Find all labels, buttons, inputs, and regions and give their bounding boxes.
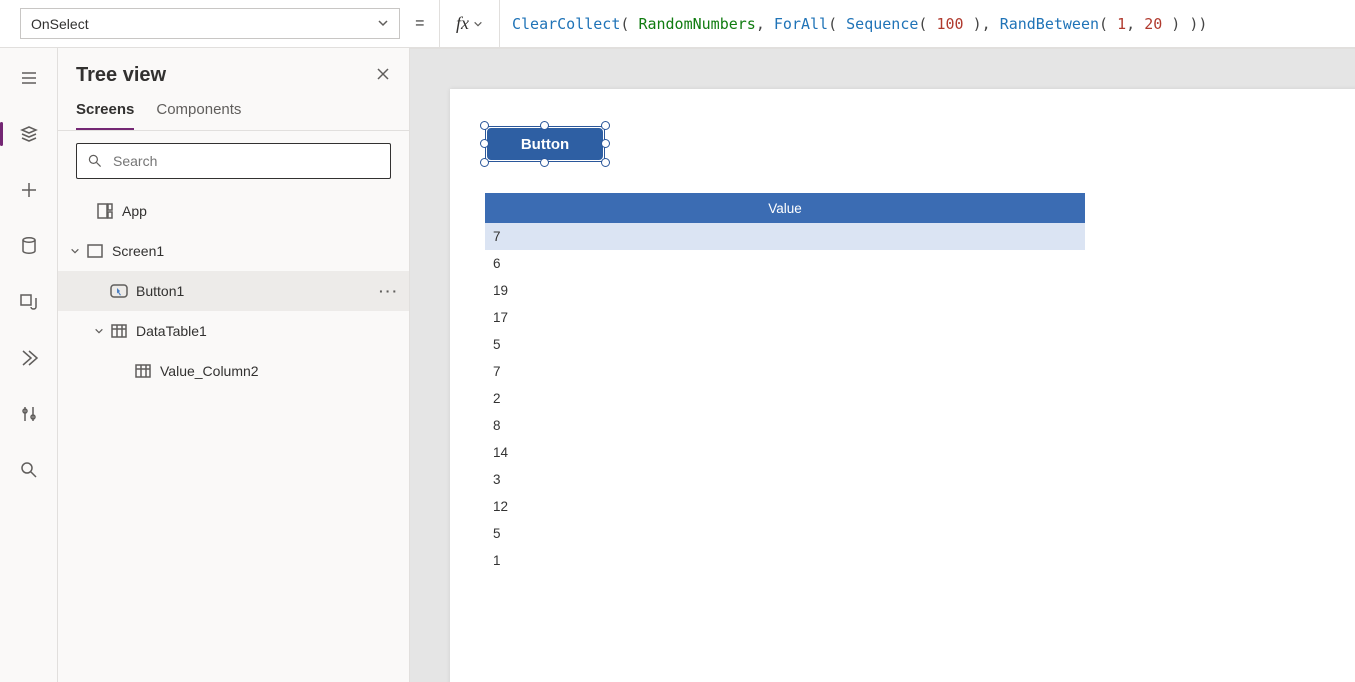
datatable-cell: 19 [485, 277, 1085, 304]
selected-button-control[interactable]: Button [485, 126, 605, 162]
tree-search-input[interactable] [111, 152, 380, 170]
datatable-cell: 2 [485, 385, 1085, 412]
resize-handle-bl[interactable] [480, 158, 489, 167]
button-icon [108, 284, 130, 298]
datatable-row[interactable]: 1 [485, 547, 1085, 574]
tree-node-label: Button1 [130, 283, 184, 299]
datatable-cell: 7 [485, 223, 1085, 250]
datatable-cell: 5 [485, 520, 1085, 547]
datatable-row[interactable]: 5 [485, 520, 1085, 547]
tree-node-label: Value_Column2 [154, 363, 259, 379]
nav-power-automate[interactable] [0, 342, 57, 374]
equals-label: = [400, 0, 440, 47]
tree-node-screen1[interactable]: Screen1 [58, 231, 409, 271]
fx-icon: fx [456, 13, 469, 34]
datatable-row[interactable]: 2 [485, 385, 1085, 412]
tree-node-label: Screen1 [106, 243, 164, 259]
tree-node-datatable1[interactable]: DataTable1 [58, 311, 409, 351]
tree-search[interactable] [76, 143, 391, 179]
datatable-row[interactable]: 14 [485, 439, 1085, 466]
tree-node-app[interactable]: App [58, 191, 409, 231]
datatable-cell: 14 [485, 439, 1085, 466]
tree-node-value-column2[interactable]: Value_Column2 [58, 351, 409, 391]
tree-node-label: DataTable1 [130, 323, 207, 339]
chevron-down-icon[interactable] [66, 246, 84, 256]
left-nav-rail [0, 48, 58, 682]
nav-hamburger[interactable] [0, 62, 57, 94]
flow-icon [19, 348, 39, 368]
database-icon [20, 236, 38, 256]
resize-handle-t[interactable] [540, 121, 549, 130]
fx-button[interactable]: fx [440, 0, 500, 47]
datatable-row[interactable]: 5 [485, 331, 1085, 358]
tree-view-tabs: Screens Components [58, 93, 409, 131]
search-icon [87, 153, 103, 169]
property-dropdown-value: OnSelect [31, 16, 89, 32]
app-icon [94, 203, 116, 219]
datatable-row[interactable]: 7 [485, 223, 1085, 250]
datatable-row[interactable]: 6 [485, 250, 1085, 277]
datatable-row[interactable]: 7 [485, 358, 1085, 385]
datatable-row[interactable]: 3 [485, 466, 1085, 493]
datatable-cell: 17 [485, 304, 1085, 331]
tree-view-panel: Tree view Screens Components [58, 48, 410, 682]
plus-icon [19, 180, 39, 200]
close-icon [375, 66, 391, 82]
datatable-cell: 12 [485, 493, 1085, 520]
formula-input[interactable]: ClearCollect( RandomNumbers, ForAll( Seq… [500, 0, 1355, 47]
datatable-cell: 1 [485, 547, 1085, 574]
tree-node-label: App [116, 203, 147, 219]
datatable-row[interactable]: 19 [485, 277, 1085, 304]
chevron-down-icon [377, 16, 389, 32]
datatable-cell: 6 [485, 250, 1085, 277]
button-control-label: Button [487, 128, 603, 160]
datatable-row[interactable]: 8 [485, 412, 1085, 439]
canvas-area[interactable]: Button Value 76191757281431251 [410, 48, 1355, 682]
chevron-down-icon[interactable] [90, 326, 108, 336]
nav-tree-view[interactable] [0, 118, 57, 150]
tab-screens[interactable]: Screens [76, 101, 134, 130]
resize-handle-br[interactable] [601, 158, 610, 167]
search-icon [19, 460, 39, 480]
datatable-cell: 8 [485, 412, 1085, 439]
tree-node-more-button[interactable]: ··· [379, 283, 399, 299]
tree-view-title: Tree view [76, 64, 166, 87]
property-dropdown[interactable]: OnSelect [20, 8, 400, 39]
media-icon [19, 292, 39, 312]
datatable-cell: 3 [485, 466, 1085, 493]
nav-media[interactable] [0, 286, 57, 318]
datatable-row[interactable]: 17 [485, 304, 1085, 331]
nav-search[interactable] [0, 454, 57, 486]
tree-node-button1[interactable]: Button1 ··· [58, 271, 409, 311]
datatable-control[interactable]: Value 76191757281431251 [485, 193, 1085, 574]
nav-insert[interactable] [0, 174, 57, 206]
datatable-header[interactable]: Value [485, 193, 1085, 223]
tree-list: App Screen1 Button1 ··· [58, 191, 409, 682]
resize-handle-tl[interactable] [480, 121, 489, 130]
datatable-cell: 7 [485, 358, 1085, 385]
resize-handle-l[interactable] [480, 139, 489, 148]
resize-handle-r[interactable] [601, 139, 610, 148]
screen-icon [84, 244, 106, 258]
resize-handle-b[interactable] [540, 158, 549, 167]
formula-bar: OnSelect = fx ClearCollect( RandomNumber… [0, 0, 1355, 48]
nav-data[interactable] [0, 230, 57, 262]
sliders-icon [19, 404, 39, 424]
tab-components[interactable]: Components [156, 101, 241, 130]
nav-settings[interactable] [0, 398, 57, 430]
canvas-screen[interactable]: Button Value 76191757281431251 [450, 89, 1355, 682]
column-icon [132, 364, 154, 378]
datatable-icon [108, 324, 130, 338]
close-panel-button[interactable] [375, 66, 391, 85]
resize-handle-tr[interactable] [601, 121, 610, 130]
chevron-down-icon [473, 19, 483, 29]
layers-icon [19, 124, 39, 144]
datatable-row[interactable]: 12 [485, 493, 1085, 520]
hamburger-icon [19, 68, 39, 88]
datatable-cell: 5 [485, 331, 1085, 358]
